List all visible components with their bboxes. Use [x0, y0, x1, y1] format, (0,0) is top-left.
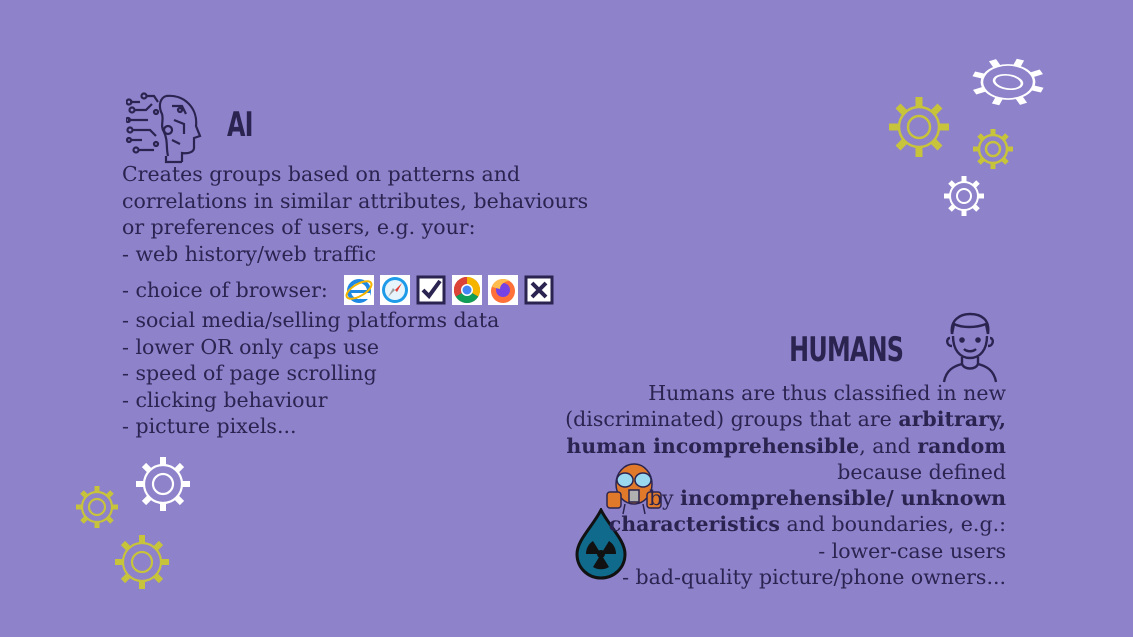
ai-intro-line: or preferences of users, e.g. your:	[122, 215, 476, 239]
checkbox-crossed-icon	[524, 275, 554, 305]
browser-choice-row: - choice of browser:	[122, 273, 602, 307]
ai-intro-line: Creates groups based on patterns and	[122, 162, 521, 186]
ai-title: AI	[227, 105, 254, 145]
humans-emphasis: characteristics	[608, 512, 780, 537]
gear-icon	[944, 176, 984, 216]
ai-list-item: - clicking behaviour	[122, 387, 328, 412]
humans-list-item: - bad-quality picture/phone owners...	[622, 565, 1006, 590]
internet-explorer-icon	[343, 275, 374, 305]
humans-line: human incomprehensible, and random	[546, 433, 1006, 459]
gears-bottom-left-decoration	[76, 457, 190, 589]
humans-list-item: - lower-case users	[818, 538, 1006, 563]
humans-text: by	[648, 486, 681, 511]
gear-icon	[76, 486, 118, 528]
chrome-icon	[451, 275, 482, 305]
humans-emphasis: arbitrary,	[898, 407, 1006, 432]
safari-icon	[379, 275, 410, 305]
humans-emphasis: human incomprehensible	[566, 433, 860, 458]
person-avatar-icon	[942, 312, 998, 383]
ai-list-item: - picture pixels...	[122, 414, 297, 438]
humans-title: HUMANS	[788, 330, 904, 370]
gear-icon	[136, 457, 190, 511]
humans-text: , and	[859, 433, 918, 458]
gear-icon	[972, 58, 1044, 106]
gear-icon	[115, 535, 169, 589]
ai-head-icon	[126, 92, 202, 164]
humans-line: Humans are thus classified in new	[648, 381, 1006, 405]
humans-emphasis: incomprehensible/ unknown	[680, 486, 1006, 511]
ai-list-item: - social media/selling platforms data	[122, 308, 500, 332]
firefox-icon	[487, 275, 518, 305]
humans-text: and boundaries, e.g.:	[779, 512, 1006, 537]
gear-icon	[889, 97, 949, 157]
humans-description: Humans are thus classified in new (discr…	[546, 380, 1006, 590]
humans-line: because defined	[837, 459, 1006, 484]
humans-line: characteristics and boundaries, e.g.:	[546, 511, 1006, 537]
humans-text: (discriminated) groups that are	[565, 407, 899, 432]
ai-description: Creates groups based on patterns and cor…	[122, 161, 602, 440]
ai-list-item: - speed of page scrolling	[122, 361, 377, 385]
checkbox-checked-icon	[416, 275, 446, 305]
humans-line: by incomprehensible/ unknown	[546, 485, 1006, 511]
ai-list-item: - lower OR only caps use	[122, 334, 380, 359]
ai-list-item: - web history/web traffic	[122, 241, 377, 266]
humans-line: (discriminated) groups that are arbitrar…	[546, 406, 1006, 432]
gears-top-right-decoration	[889, 58, 1044, 216]
ai-list-item: - choice of browser:	[122, 277, 328, 302]
gear-icon	[973, 129, 1013, 169]
humans-emphasis: random	[917, 433, 1006, 458]
browser-icons	[343, 275, 554, 305]
ai-intro-line: correlations in similar attributes, beha…	[122, 188, 589, 213]
